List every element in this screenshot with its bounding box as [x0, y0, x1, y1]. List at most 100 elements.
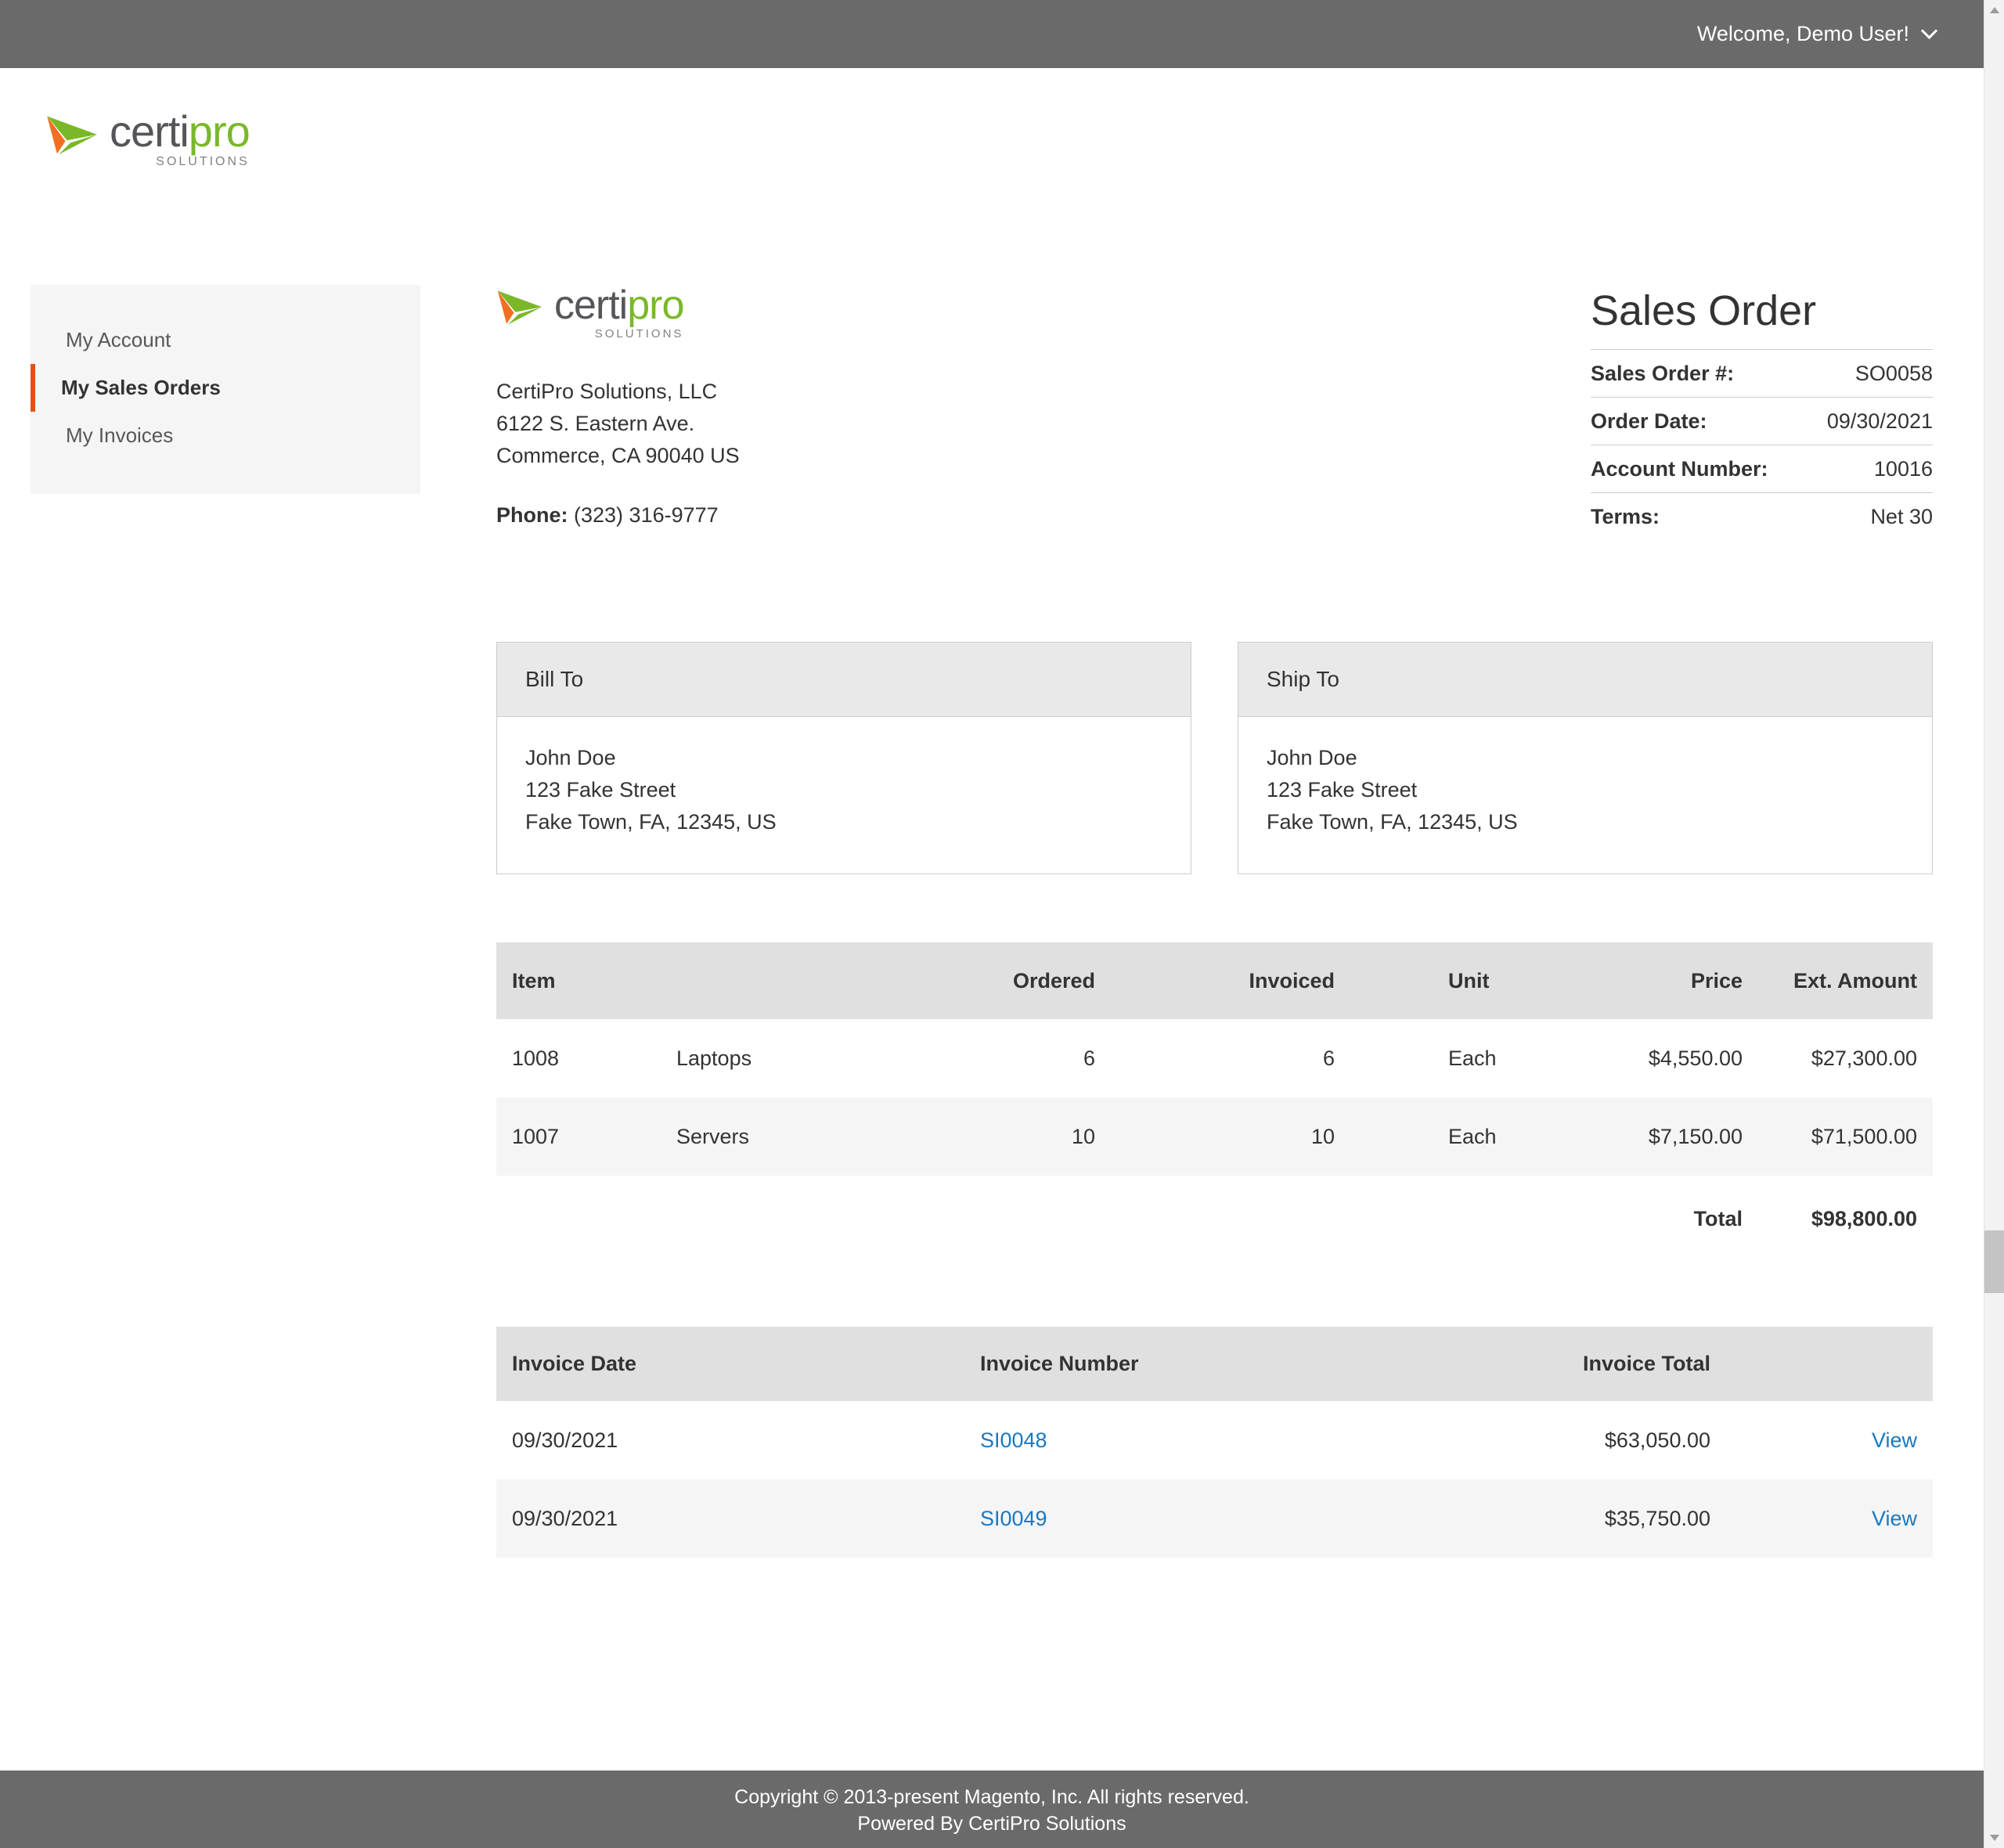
ship-to-line: 123 Fake Street: [1267, 774, 1904, 806]
item-name: Laptops: [676, 1046, 943, 1071]
item-ext-amount: $27,300.00: [1743, 1046, 1917, 1071]
total-value: $98,800.00: [1743, 1207, 1917, 1231]
bill-to-box: Bill To John Doe 123 Fake Street Fake To…: [496, 642, 1191, 874]
item-number: 1008: [512, 1046, 676, 1071]
chevron-down-icon: [1921, 23, 1937, 39]
total-label: Total: [1570, 1207, 1743, 1231]
item-ordered: 6: [943, 1046, 1095, 1071]
col-invoice-total: Invoice Total: [1371, 1352, 1710, 1376]
site-logo[interactable]: certipro SOLUTIONS: [45, 110, 250, 168]
company-block: certipro SOLUTIONS CertiPro Solutions, L…: [496, 285, 1279, 543]
col-unit: Unit: [1335, 969, 1570, 993]
item-name: Servers: [676, 1125, 943, 1149]
sales-order-document: certipro SOLUTIONS CertiPro Solutions, L…: [496, 285, 1933, 1558]
scroll-down-button[interactable]: [1984, 1828, 2004, 1848]
item-price: $7,150.00: [1570, 1125, 1743, 1149]
item-unit: Each: [1335, 1046, 1570, 1071]
ship-to-line: Fake Town, FA, 12345, US: [1267, 806, 1904, 838]
bill-to-line: Fake Town, FA, 12345, US: [525, 806, 1162, 838]
field-value: 10016: [1874, 457, 1933, 481]
sidebar-item-my-sales-orders[interactable]: My Sales Orders: [31, 364, 420, 412]
copyright-text: Copyright © 2013-present Magento, Inc. A…: [0, 1784, 1984, 1810]
invoice-number-link[interactable]: SI0049: [980, 1507, 1371, 1531]
footer: Copyright © 2013-present Magento, Inc. A…: [0, 1771, 1984, 1848]
logo-part1: certi: [110, 106, 189, 156]
bill-to-line: John Doe: [525, 742, 1162, 774]
invoice-number-link[interactable]: SI0048: [980, 1428, 1371, 1453]
page-title: Sales Order: [1591, 285, 1933, 337]
welcome-user-menu[interactable]: Welcome, Demo User!: [1697, 0, 1935, 68]
item-invoiced: 6: [1095, 1046, 1335, 1071]
item-number: 1007: [512, 1125, 676, 1149]
invoices-table-header: Invoice Date Invoice Number Invoice Tota…: [496, 1327, 1933, 1401]
col-invoice-date: Invoice Date: [512, 1352, 980, 1376]
document-logo: certipro SOLUTIONS: [496, 285, 1279, 340]
items-table: Item Ordered Invoiced Unit Price Ext. Am…: [496, 942, 1933, 1262]
item-ext-amount: $71,500.00: [1743, 1125, 1917, 1149]
col-item: Item: [512, 969, 676, 993]
order-field-terms: Terms: Net 30: [1591, 492, 1933, 540]
logo-subtext: SOLUTIONS: [554, 328, 683, 340]
field-label: Order Date:: [1591, 409, 1707, 434]
bill-to-line: 123 Fake Street: [525, 774, 1162, 806]
bill-to-address: John Doe 123 Fake Street Fake Town, FA, …: [497, 717, 1191, 874]
ship-to-box: Ship To John Doe 123 Fake Street Fake To…: [1238, 642, 1933, 874]
table-row: 09/30/2021 SI0049 $35,750.00 View: [496, 1479, 1933, 1558]
company-phone: Phone: (323) 316-9777: [496, 503, 1279, 528]
item-unit: Each: [1335, 1125, 1570, 1149]
field-label: Account Number:: [1591, 457, 1768, 481]
phone-value: (323) 316-9777: [574, 503, 719, 527]
order-field-order-date: Order Date: 09/30/2021: [1591, 397, 1933, 445]
col-ext-amount: Ext. Amount: [1743, 969, 1917, 993]
field-value: Net 30: [1870, 505, 1933, 529]
col-invoice-number: Invoice Number: [980, 1352, 1371, 1376]
company-name: CertiPro Solutions, LLC: [496, 376, 1279, 408]
table-row: 1008 Laptops 6 6 Each $4,550.00 $27,300.…: [496, 1019, 1933, 1097]
bill-to-title: Bill To: [497, 643, 1191, 717]
invoices-table: Invoice Date Invoice Number Invoice Tota…: [496, 1327, 1933, 1558]
certipro-logo-icon: [45, 110, 99, 163]
col-ordered: Ordered: [943, 969, 1095, 993]
company-address: CertiPro Solutions, LLC 6122 S. Eastern …: [496, 376, 1279, 472]
welcome-text: Welcome, Demo User!: [1697, 22, 1909, 46]
logo-part2: pro: [627, 283, 683, 328]
item-price: $4,550.00: [1570, 1046, 1743, 1071]
view-invoice-link[interactable]: View: [1710, 1428, 1917, 1453]
scrollbar-thumb[interactable]: [1984, 1230, 2004, 1293]
sidebar: My Account My Sales Orders My Invoices: [31, 285, 420, 494]
address-boxes: Bill To John Doe 123 Fake Street Fake To…: [496, 642, 1933, 874]
item-ordered: 10: [943, 1125, 1095, 1149]
phone-label: Phone:: [496, 503, 568, 527]
document-logo-text: certipro SOLUTIONS: [554, 285, 683, 340]
field-value: 09/30/2021: [1827, 409, 1933, 434]
powered-by-text: Powered By CertiPro Solutions: [0, 1810, 1984, 1837]
arrow-down-icon: [1990, 1835, 1999, 1841]
ship-to-title: Ship To: [1238, 643, 1932, 717]
logo-part1: certi: [554, 283, 627, 328]
invoice-date: 09/30/2021: [512, 1507, 980, 1531]
item-invoiced: 10: [1095, 1125, 1335, 1149]
scroll-up-button[interactable]: [1984, 0, 2004, 20]
field-label: Terms:: [1591, 505, 1660, 529]
vertical-scrollbar[interactable]: [1984, 0, 2004, 1848]
col-invoiced: Invoiced: [1095, 969, 1335, 993]
company-address-line2: Commerce, CA 90040 US: [496, 440, 1279, 472]
col-price: Price: [1570, 969, 1743, 993]
ship-to-address: John Doe 123 Fake Street Fake Town, FA, …: [1238, 717, 1932, 874]
view-invoice-link[interactable]: View: [1710, 1507, 1917, 1531]
items-table-header: Item Ordered Invoiced Unit Price Ext. Am…: [496, 942, 1933, 1019]
order-field-sales-order-number: Sales Order #: SO0058: [1591, 349, 1933, 397]
topbar: Welcome, Demo User!: [0, 0, 1984, 68]
table-row: 1007 Servers 10 10 Each $7,150.00 $71,50…: [496, 1097, 1933, 1176]
company-address-line1: 6122 S. Eastern Ave.: [496, 408, 1279, 440]
invoice-date: 09/30/2021: [512, 1428, 980, 1453]
sidebar-item-my-invoices[interactable]: My Invoices: [31, 412, 420, 459]
document-header: certipro SOLUTIONS CertiPro Solutions, L…: [496, 285, 1933, 543]
order-field-account-number: Account Number: 10016: [1591, 445, 1933, 492]
sidebar-item-my-account[interactable]: My Account: [31, 316, 420, 364]
field-value: SO0058: [1855, 362, 1933, 386]
logo-part2: pro: [189, 106, 250, 156]
arrow-up-icon: [1990, 7, 1999, 13]
ship-to-line: John Doe: [1267, 742, 1904, 774]
site-logo-text: certipro SOLUTIONS: [110, 110, 250, 168]
